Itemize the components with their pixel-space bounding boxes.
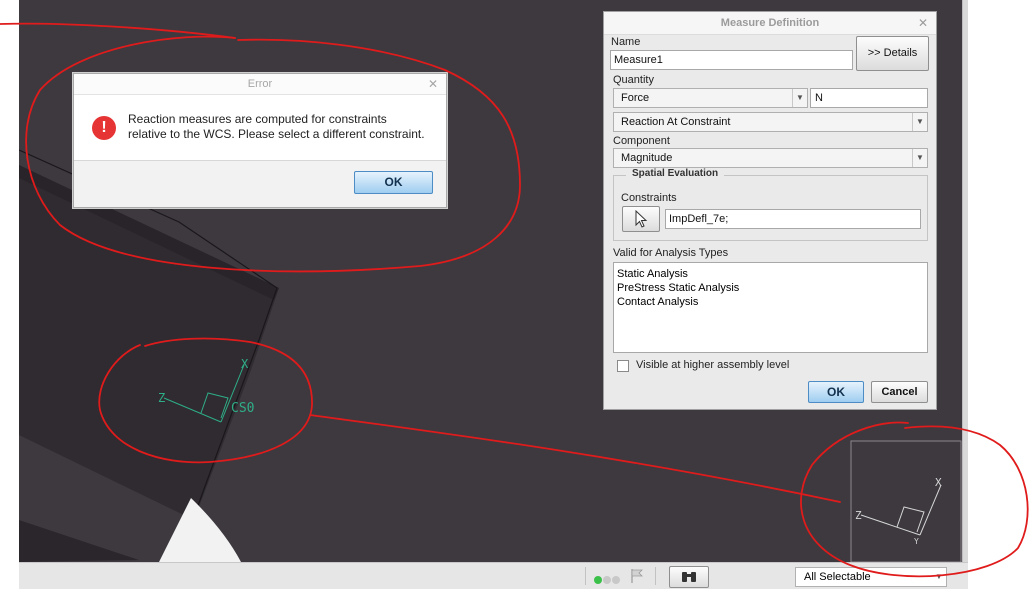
visible-higher-level-checkbox[interactable]: [617, 360, 629, 372]
spatial-evaluation-legend: Spatial Evaluation: [626, 168, 725, 179]
status-bar: All Selectable ▼: [19, 562, 968, 589]
triad-axis-x: X: [935, 476, 942, 489]
constraints-field[interactable]: ImpDefl_7e;: [665, 209, 921, 229]
status-separator: [585, 567, 586, 585]
error-icon: !: [92, 116, 116, 140]
chevron-down-icon: ▼: [935, 572, 943, 581]
ok-button[interactable]: OK: [808, 381, 864, 403]
csys-label: CS0: [231, 401, 254, 416]
error-ok-button[interactable]: OK: [354, 171, 433, 194]
binoculars-icon: [682, 572, 696, 582]
triad-axis-z: Z: [855, 509, 862, 522]
error-dialog-body: ! Reaction measures are computed for con…: [74, 95, 446, 161]
chevron-down-icon: ▼: [912, 149, 927, 167]
error-dialog-title: Error: [247, 78, 273, 90]
measure-definition-dialog: Measure Definition ✕ Name Measure1 >> De…: [603, 11, 937, 410]
error-message-line-2: relative to the WCS. Please select a dif…: [128, 127, 425, 141]
constraints-label: Constraints: [621, 192, 677, 204]
view-triad-box: [850, 440, 962, 562]
page-margin: [968, 0, 1030, 588]
reaction-type-value: Reaction At Constraint: [621, 116, 731, 128]
select-constraint-button[interactable]: [622, 206, 660, 232]
name-label: Name: [611, 36, 641, 48]
quantity-select[interactable]: Force ▼: [613, 88, 808, 108]
csys-axis-x: X: [241, 357, 249, 371]
status-dots-icon[interactable]: [594, 573, 621, 587]
csys-axis-z: Z: [158, 391, 165, 405]
error-dialog-titlebar[interactable]: Error ✕: [74, 74, 446, 95]
model-beam-lower: [19, 520, 139, 562]
chevron-down-icon: ▼: [792, 89, 807, 107]
measure-dialog-titlebar[interactable]: Measure Definition ✕: [604, 12, 936, 35]
flag-icon[interactable]: [630, 568, 644, 584]
list-item[interactable]: Contact Analysis: [617, 295, 924, 309]
name-field[interactable]: Measure1: [610, 50, 853, 70]
close-icon[interactable]: ✕: [428, 74, 438, 94]
cancel-button[interactable]: Cancel: [871, 381, 928, 403]
model-beam: [19, 165, 279, 520]
list-item[interactable]: Static Analysis: [617, 267, 924, 281]
triad-axis-y: Y: [914, 537, 919, 546]
status-separator: [655, 567, 656, 585]
selection-filter-select[interactable]: All Selectable ▼: [795, 567, 947, 587]
analysis-types-list[interactable]: Static Analysis PreStress Static Analysi…: [613, 262, 928, 353]
quantity-label: Quantity: [613, 74, 654, 86]
quantity-value: Force: [621, 92, 650, 104]
error-dialog: Error ✕ ! Reaction measures are computed…: [73, 73, 447, 208]
close-icon[interactable]: ✕: [918, 12, 928, 34]
details-button[interactable]: >> Details: [856, 36, 929, 71]
error-message-line-1: Reaction measures are computed for const…: [128, 112, 387, 126]
measure-dialog-title: Measure Definition: [720, 17, 820, 29]
valid-analysis-label: Valid for Analysis Types: [613, 247, 729, 259]
error-message: Reaction measures are computed for const…: [128, 112, 440, 142]
cursor-arrow-icon: [635, 209, 648, 228]
spatial-evaluation-group: Spatial Evaluation Constraints ImpDefl_7…: [613, 168, 928, 241]
visible-higher-level-label: Visible at higher assembly level: [636, 359, 790, 371]
selection-filter-value: All Selectable: [804, 571, 871, 583]
chevron-down-icon: ▼: [912, 113, 927, 131]
reaction-type-select[interactable]: Reaction At Constraint ▼: [613, 112, 928, 132]
component-select[interactable]: Magnitude ▼: [613, 148, 928, 168]
find-button[interactable]: [669, 566, 709, 588]
unit-field[interactable]: N: [810, 88, 928, 108]
component-label: Component: [613, 135, 670, 147]
component-value: Magnitude: [621, 152, 673, 164]
list-item[interactable]: PreStress Static Analysis: [617, 281, 924, 295]
